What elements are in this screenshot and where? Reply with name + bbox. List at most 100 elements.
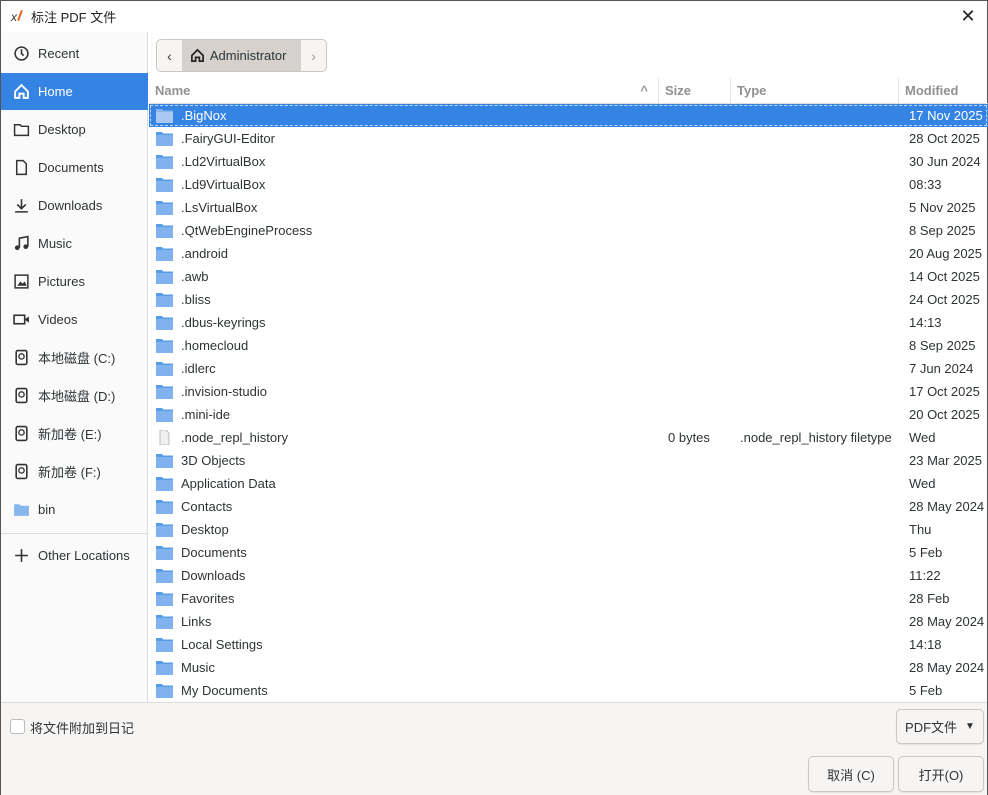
column-name[interactable]: Name ^	[149, 78, 659, 103]
folder-icon	[156, 247, 173, 261]
file-modified: 17 Nov 2025	[909, 108, 983, 123]
path-crumb-administrator[interactable]: Administrator	[181, 40, 302, 71]
sort-ascending-icon: ^	[640, 83, 648, 98]
file-row[interactable]: .mini-ide 20 Oct 2025	[149, 403, 988, 426]
file-size: 0 bytes	[668, 430, 710, 445]
sidebar-item-documents[interactable]: Documents	[1, 149, 148, 186]
file-name-text: .dbus-keyrings	[181, 315, 266, 330]
file-row[interactable]: .homecloud 8 Sep 2025	[149, 334, 988, 357]
file-row[interactable]: .bliss 24 Oct 2025	[149, 288, 988, 311]
file-row[interactable]: .Ld2VirtualBox 30 Jun 2024	[149, 150, 988, 173]
title-bar: x 标注 PDF 文件 ✕	[1, 1, 987, 32]
file-row[interactable]: .dbus-keyrings 14:13	[149, 311, 988, 334]
sidebar-item-e[interactable]: 新加卷 (E:)	[1, 415, 148, 452]
folder-icon	[156, 385, 173, 399]
file-row[interactable]: Local Settings 14:18	[149, 633, 988, 656]
folder-icon	[156, 201, 173, 215]
sidebar-item-c[interactable]: 本地磁盘 (C:)	[1, 339, 148, 376]
file-row[interactable]: .QtWebEngineProcess 8 Sep 2025	[149, 219, 988, 242]
file-name-text: Local Settings	[181, 637, 263, 652]
file-modified: 28 May 2024	[909, 660, 985, 675]
file-name-text: .BigNox	[181, 108, 227, 123]
sidebar-item-home[interactable]: Home	[1, 73, 148, 110]
file-name-text: Contacts	[181, 499, 233, 514]
file-name-text: Downloads	[181, 568, 246, 583]
file-name-text: .android	[181, 246, 228, 261]
file-row[interactable]: .BigNox 17 Nov 2025	[149, 104, 988, 127]
file-row[interactable]: .FairyGUI-Editor 28 Oct 2025	[149, 127, 988, 150]
folder-icon	[156, 178, 173, 192]
file-modified: 11:22	[909, 568, 941, 583]
file-name: .QtWebEngineProcess	[149, 223, 659, 238]
cancel-button[interactable]: 取消 (C)	[808, 756, 894, 792]
file-row[interactable]: Downloads 11:22	[149, 564, 988, 587]
file-row[interactable]: .awb 14 Oct 2025	[149, 265, 988, 288]
file-row[interactable]: .android 20 Aug 2025	[149, 242, 988, 265]
file-row[interactable]: Contacts 28 May 2024	[149, 495, 988, 518]
file-row[interactable]: 3D Objects 23 Mar 2025	[149, 449, 988, 472]
file-modified: 28 Feb	[909, 591, 950, 606]
sidebar-item-label: 新加卷 (F:)	[38, 465, 101, 480]
file-row[interactable]: Music 28 May 2024	[149, 656, 988, 679]
file-row[interactable]: Application Data Wed	[149, 472, 988, 495]
sidebar-item-pictures[interactable]: Pictures	[1, 263, 148, 300]
drive-icon	[15, 425, 28, 442]
file-modified: 28 Oct 2025	[909, 131, 980, 146]
path-back-button[interactable]: ‹	[157, 40, 182, 71]
file-name: Local Settings	[149, 637, 659, 652]
column-modified[interactable]: Modified	[899, 78, 988, 103]
app-logo-icon: x	[11, 10, 25, 24]
file-modified: 08:33	[909, 177, 942, 192]
music-icon	[14, 235, 29, 251]
file-modified: 28 May 2024	[909, 614, 985, 629]
file-name-text: .LsVirtualBox	[181, 200, 258, 215]
sidebar-item-bin[interactable]: bin	[1, 491, 148, 528]
file-row[interactable]: Desktop Thu	[149, 518, 988, 541]
sidebar-item-d[interactable]: 本地磁盘 (D:)	[1, 377, 148, 414]
path-forward-button[interactable]: ›	[301, 40, 326, 71]
file-row[interactable]: My Documents 5 Feb	[149, 679, 988, 702]
places-sidebar: bin 新加卷 (F:) 新加卷 (E:) 本地磁盘 (D:) 本地磁盘 (C:) Vid…	[1, 32, 148, 702]
file-modified: Wed	[909, 476, 936, 491]
sidebar-item-downloads[interactable]: Downloads	[1, 187, 148, 224]
file-row[interactable]: .idlerc 7 Jun 2024	[149, 357, 988, 380]
crumb-label: Administrator	[209, 48, 287, 63]
file-type-filter-dropdown[interactable]: PDF文件 ▼	[896, 709, 984, 744]
file-row[interactable]: .invision-studio 17 Oct 2025	[149, 380, 988, 403]
file-modified: 8 Sep 2025	[909, 223, 976, 238]
file-name: Desktop	[149, 522, 659, 537]
open-button[interactable]: 打开(O)	[898, 756, 984, 792]
file-row[interactable]: .Ld9VirtualBox 08:33	[149, 173, 988, 196]
column-size[interactable]: Size	[659, 78, 731, 103]
path-bar: ‹ Administrator ›	[156, 39, 327, 72]
chevron-down-icon: ▼	[965, 721, 975, 732]
folder-icon	[156, 408, 173, 422]
sidebar-item-music[interactable]: Music	[1, 225, 148, 262]
file-row[interactable]: .LsVirtualBox 5 Nov 2025	[149, 196, 988, 219]
file-name: .LsVirtualBox	[149, 200, 659, 215]
sidebar-item-other-locations[interactable]: Other Locations	[1, 537, 148, 574]
sidebar-item-recent[interactable]: Recent	[1, 35, 148, 72]
file-name: .android	[149, 246, 659, 261]
folder-icon	[156, 109, 173, 123]
file-name-text: .awb	[181, 269, 209, 284]
folder-icon	[156, 155, 173, 169]
sidebar-item-videos[interactable]: Videos	[1, 301, 148, 338]
sidebar-item-f[interactable]: 新加卷 (F:)	[1, 453, 148, 490]
column-type[interactable]: Type	[731, 78, 899, 103]
file-modified: 20 Aug 2025	[909, 246, 983, 261]
file-row[interactable]: Documents 5 Feb	[149, 541, 988, 564]
sidebar-item-label: Desktop	[38, 122, 86, 137]
sidebar-item-desktop[interactable]: Desktop	[1, 111, 148, 148]
file-row[interactable]: Favorites 28 Feb	[149, 587, 988, 610]
file-row[interactable]: .node_repl_history 0 bytes .node_repl_hist…	[149, 426, 988, 449]
file-modified: 28 May 2024	[909, 499, 985, 514]
close-button[interactable]: ✕	[957, 5, 979, 27]
file-modified: 17 Oct 2025	[909, 384, 980, 399]
file-icon	[159, 430, 170, 445]
file-row[interactable]: Links 28 May 2024	[149, 610, 988, 633]
file-name: Links	[149, 614, 659, 629]
sidebar-item-label: Videos	[38, 312, 78, 327]
folder-icon	[156, 592, 173, 606]
attach-to-journal-checkbox[interactable]	[10, 719, 25, 734]
